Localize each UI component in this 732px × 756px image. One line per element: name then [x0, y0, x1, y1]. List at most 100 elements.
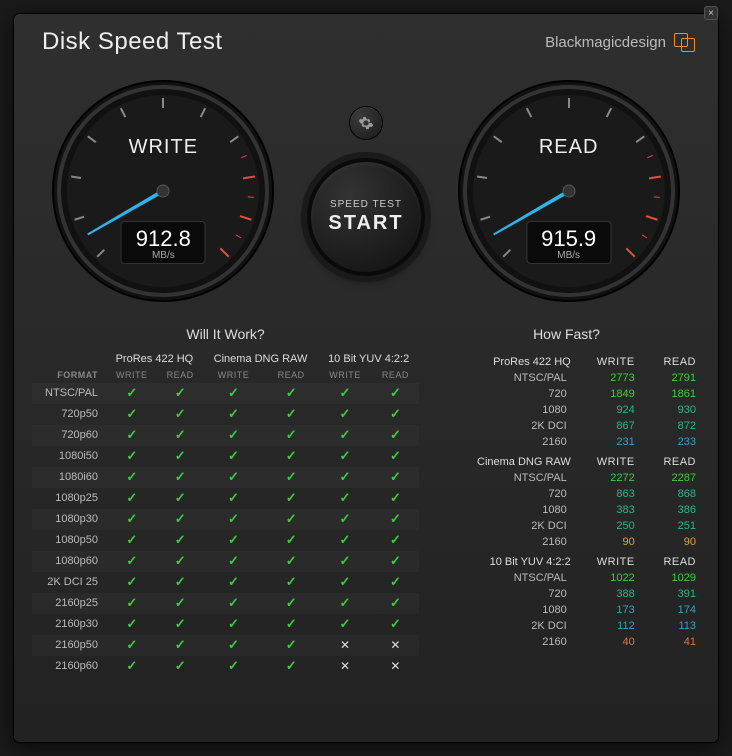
check-icon: ✓ — [286, 448, 297, 463]
write-value: 112 — [575, 618, 639, 634]
table-row: 2160p25✓✓✓✓✓✓ — [32, 593, 419, 614]
check-icon: ✓ — [175, 595, 186, 610]
close-icon: × — [708, 8, 714, 19]
check-icon: ✓ — [286, 385, 297, 400]
read-value: 930 — [639, 402, 700, 418]
codec-header-2: Cinema DNG RAW — [203, 350, 318, 368]
check-icon: ✓ — [126, 511, 137, 526]
write-value: 1022 — [575, 570, 639, 586]
format-label: 720p60 — [32, 425, 106, 446]
table-row: 2K DCI112113 — [433, 618, 700, 634]
check-icon: ✓ — [286, 595, 297, 610]
check-icon: ✓ — [340, 553, 351, 568]
start-small-label: SPEED TEST — [330, 199, 402, 210]
read-value: 1861 — [639, 386, 700, 402]
table-row: 1080i50✓✓✓✓✓✓ — [32, 446, 419, 467]
brand: Blackmagicdesign — [545, 33, 696, 51]
check-icon: ✓ — [228, 469, 239, 484]
will-it-work-panel: Will It Work? ProRes 422 HQ Cinema DNG R… — [32, 326, 419, 677]
write-value: 250 — [575, 518, 639, 534]
read-value: 391 — [639, 586, 700, 602]
gauges-row: WRITE 912.8 MB/s SPEED TEST START — [14, 66, 718, 326]
format-label: 720 — [433, 386, 575, 402]
write-value: 90 — [575, 534, 639, 550]
format-label: 1080p25 — [32, 488, 106, 509]
check-icon: ✓ — [286, 637, 297, 652]
check-icon: ✓ — [340, 511, 351, 526]
check-icon: ✓ — [126, 490, 137, 505]
check-icon: ✓ — [175, 616, 186, 631]
check-icon: ✓ — [228, 532, 239, 547]
read-value: 2791 — [639, 370, 700, 386]
write-value: 2773 — [575, 370, 639, 386]
brand-icon — [674, 33, 696, 51]
check-icon: ✓ — [228, 553, 239, 568]
section-name: Cinema DNG RAW — [433, 450, 575, 470]
check-icon: ✓ — [126, 553, 137, 568]
write-value: 388 — [575, 586, 639, 602]
check-icon: ✓ — [126, 574, 137, 589]
section-name: 10 Bit YUV 4:2:2 — [433, 550, 575, 570]
start-big-label: START — [328, 212, 403, 235]
check-icon: ✓ — [340, 616, 351, 631]
check-icon: ✓ — [175, 469, 186, 484]
table-row: 720863868 — [433, 486, 700, 502]
write-value: 231 — [575, 434, 639, 450]
format-header: FORMAT — [32, 368, 106, 383]
format-label: 2K DCI — [433, 418, 575, 434]
app-title: Disk Speed Test — [42, 28, 222, 56]
check-icon: ✓ — [340, 427, 351, 442]
check-icon: ✓ — [228, 385, 239, 400]
check-icon: ✓ — [228, 490, 239, 505]
check-icon: ✓ — [390, 385, 401, 400]
check-icon: ✓ — [286, 574, 297, 589]
read-value: 113 — [639, 618, 700, 634]
check-icon: ✓ — [228, 616, 239, 631]
check-icon: ✓ — [175, 574, 186, 589]
check-icon: ✓ — [286, 658, 297, 673]
check-icon: ✓ — [228, 448, 239, 463]
table-row: 2160p60✓✓✓✓✕✕ — [32, 656, 419, 677]
write-value: 383 — [575, 502, 639, 518]
gear-icon — [358, 115, 374, 131]
section-header: 10 Bit YUV 4:2:2WRITEREAD — [433, 550, 700, 570]
section-name: ProRes 422 HQ — [433, 350, 575, 370]
check-icon: ✓ — [126, 406, 137, 421]
table-row: NTSC/PAL10221029 — [433, 570, 700, 586]
header: Disk Speed Test Blackmagicdesign — [14, 14, 718, 66]
format-label: 1080 — [433, 502, 575, 518]
check-icon: ✓ — [228, 511, 239, 526]
check-icon: ✓ — [286, 490, 297, 505]
table-row: 72018491861 — [433, 386, 700, 402]
codec-header-1: ProRes 422 HQ — [106, 350, 203, 368]
read-value: 90 — [639, 534, 700, 550]
check-icon: ✓ — [228, 637, 239, 652]
format-label: 2160 — [433, 434, 575, 450]
format-label: 1080i50 — [32, 446, 106, 467]
format-label: 2160p25 — [32, 593, 106, 614]
check-icon: ✓ — [286, 511, 297, 526]
check-icon: ✓ — [340, 574, 351, 589]
read-gauge-label: READ — [454, 136, 684, 159]
check-icon: ✓ — [126, 616, 137, 631]
start-button[interactable]: SPEED TEST START — [307, 158, 425, 276]
app-window: Disk Speed Test Blackmagicdesign — [13, 13, 719, 743]
write-value: 912.8 — [136, 226, 191, 252]
tables-row: Will It Work? ProRes 422 HQ Cinema DNG R… — [14, 326, 718, 693]
write-gauge: WRITE 912.8 MB/s — [48, 76, 278, 306]
check-icon: ✓ — [126, 427, 137, 442]
check-icon: ✓ — [390, 406, 401, 421]
write-value: 1849 — [575, 386, 639, 402]
settings-button[interactable] — [349, 106, 383, 140]
will-it-work-title: Will It Work? — [32, 326, 419, 342]
close-button[interactable]: × — [704, 6, 718, 20]
format-label: 1080p50 — [32, 530, 106, 551]
table-row: 720p60✓✓✓✓✓✓ — [32, 425, 419, 446]
format-label: 2K DCI — [433, 518, 575, 534]
check-icon: ✓ — [390, 532, 401, 547]
check-icon: ✓ — [390, 574, 401, 589]
check-icon: ✓ — [175, 553, 186, 568]
check-icon: ✓ — [175, 427, 186, 442]
check-icon: ✓ — [390, 595, 401, 610]
check-icon: ✓ — [340, 448, 351, 463]
